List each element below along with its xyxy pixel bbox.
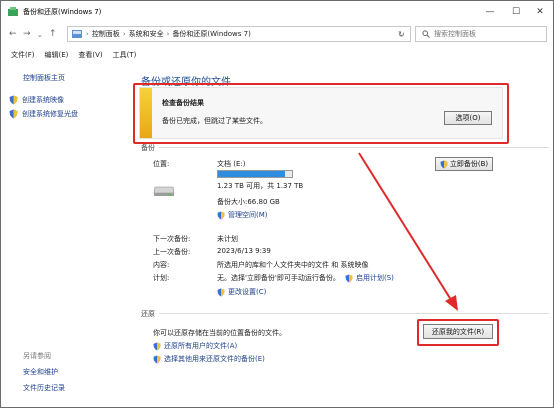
backup-restore-window: 备份和还原(Windows 7) — ☐ ✕ ← → ⌄ ↑ › 控制面板 › … bbox=[0, 0, 554, 408]
annotation-arrow bbox=[358, 152, 458, 311]
